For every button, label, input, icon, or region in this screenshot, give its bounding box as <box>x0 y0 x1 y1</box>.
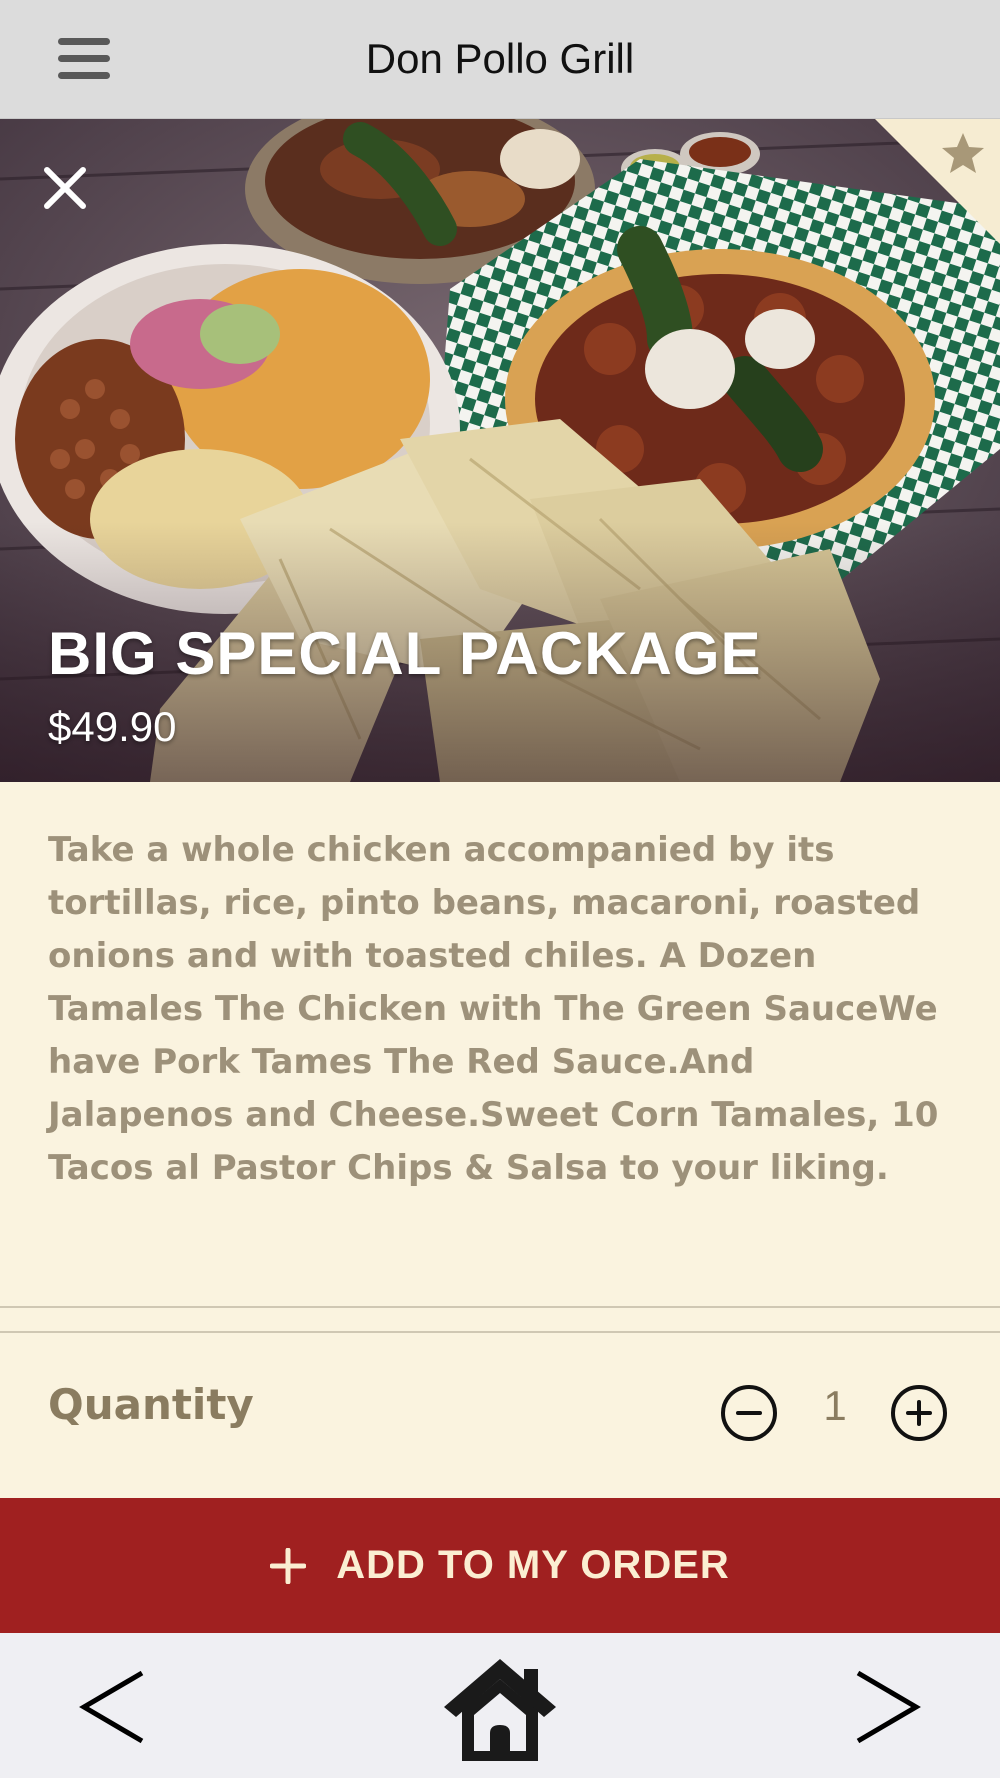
divider <box>0 1306 1000 1308</box>
hamburger-menu-icon[interactable] <box>58 38 110 80</box>
top-bar: Don Pollo Grill <box>0 0 1000 119</box>
item-name: BIG SPECIAL PACKAGE <box>48 620 762 687</box>
item-description: Take a whole chicken accompanied by its … <box>48 830 939 1188</box>
close-icon[interactable] <box>40 163 90 213</box>
chevron-right-icon[interactable] <box>852 1669 922 1745</box>
favorite-corner[interactable] <box>875 119 1000 244</box>
minus-circle-icon[interactable] <box>719 1383 779 1443</box>
plus-icon <box>270 1547 307 1584</box>
home-icon[interactable] <box>438 1653 562 1765</box>
quantity-label: Quantity <box>48 1380 254 1429</box>
plus-circle-icon[interactable] <box>889 1383 949 1443</box>
add-to-order-label: ADD TO MY ORDER <box>336 1543 730 1587</box>
chevron-left-icon[interactable] <box>78 1669 148 1745</box>
divider <box>0 1331 1000 1333</box>
item-price: $49.90 <box>48 703 177 750</box>
bottom-navigation <box>0 1633 1000 1778</box>
add-to-order-button[interactable]: ADD TO MY ORDER <box>0 1498 1000 1633</box>
item-hero: BIG SPECIAL PACKAGE $49.90 <box>0 119 1000 782</box>
quantity-value: 1 <box>823 1382 847 1429</box>
app-title: Don Pollo Grill <box>365 35 635 82</box>
